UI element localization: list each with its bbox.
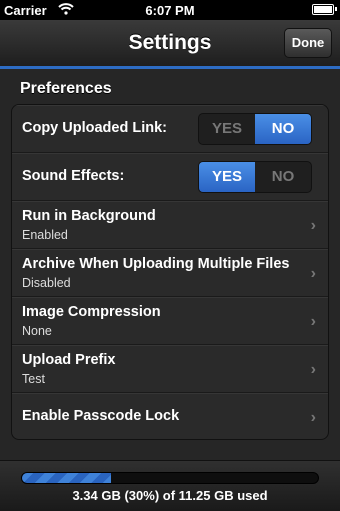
run-in-background-row[interactable]: Run in Background Enabled › [12,201,328,249]
storage-progress-fill [22,473,111,483]
image-compression-value: None [22,324,52,338]
chevron-right-icon: › [310,409,316,426]
copy-link-yes-option[interactable]: YES [199,114,255,144]
preferences-group: Copy Uploaded Link: YES NO Sound Effects… [11,104,329,440]
copy-uploaded-link-label: Copy Uploaded Link: [22,120,167,136]
storage-usage-text: 3.34 GB (30%) of 11.25 GB used [72,488,268,503]
status-time: 6:07 PM [145,3,195,18]
sound-effects-toggle[interactable]: YES NO [198,161,312,193]
run-in-background-value: Enabled [22,228,68,242]
section-header-preferences: Preferences [20,80,112,97]
chevron-right-icon: › [310,361,316,378]
upload-prefix-value: Test [22,372,45,386]
storage-footer: 3.34 GB (30%) of 11.25 GB used [0,460,340,511]
battery-icon [312,4,337,15]
storage-progress-bar [21,472,319,484]
sound-no-option[interactable]: NO [255,162,311,192]
chevron-right-icon: › [310,265,316,282]
status-bar: Carrier 6:07 PM [0,0,340,20]
sound-yes-option[interactable]: YES [199,162,255,192]
chevron-right-icon: › [310,217,316,234]
archive-multiple-files-label: Archive When Uploading Multiple Files [22,256,290,272]
image-compression-row[interactable]: Image Compression None › [12,297,328,345]
navigation-bar: Settings Done [0,20,340,69]
enable-passcode-lock-label: Enable Passcode Lock [22,408,180,424]
sound-effects-label: Sound Effects: [22,168,125,184]
upload-prefix-row[interactable]: Upload Prefix Test › [12,345,328,393]
sound-effects-row: Sound Effects: YES NO [12,153,328,201]
copy-uploaded-link-toggle[interactable]: YES NO [198,113,312,145]
archive-multiple-files-value: Disabled [22,276,71,290]
chevron-right-icon: › [310,313,316,330]
enable-passcode-lock-row[interactable]: Enable Passcode Lock › [12,393,328,439]
copy-link-no-option[interactable]: NO [255,114,311,144]
run-in-background-label: Run in Background [22,208,156,224]
image-compression-label: Image Compression [22,304,161,320]
copy-uploaded-link-row: Copy Uploaded Link: YES NO [12,105,328,153]
upload-prefix-label: Upload Prefix [22,352,116,368]
archive-multiple-files-row[interactable]: Archive When Uploading Multiple Files Di… [12,249,328,297]
done-button[interactable]: Done [284,28,332,58]
